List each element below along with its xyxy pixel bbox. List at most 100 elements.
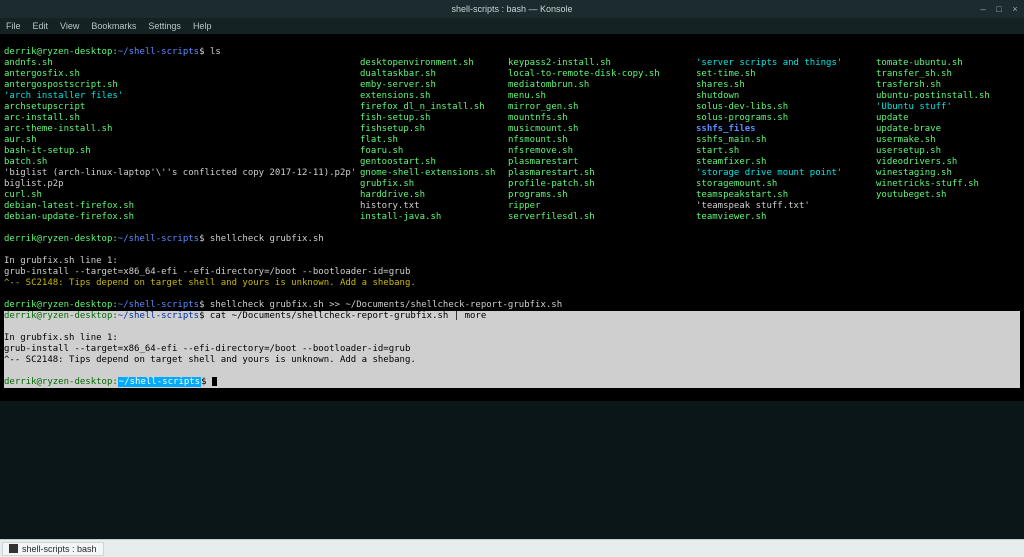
ls-entry: curl.sh: [4, 190, 360, 201]
taskbar-item-konsole[interactable]: shell-scripts : bash: [2, 542, 104, 556]
ls-entry: winetricks-stuff.sh: [876, 179, 1016, 190]
prompt-cwd: ~/shell-scripts: [118, 47, 199, 57]
ls-entry: serverfilesdl.sh: [508, 212, 696, 223]
command-ls: ls: [210, 47, 221, 57]
ls-entry: andnfs.sh: [4, 58, 360, 69]
ls-entry: menu.sh: [508, 91, 696, 102]
prompt-line: derrik@ryzen-desktop:~/shell-scripts$ ls: [4, 47, 221, 57]
ls-entry: emby-server.sh: [360, 80, 508, 91]
menu-view[interactable]: View: [60, 21, 79, 31]
ls-entry: plasmarestart.sh: [508, 168, 696, 179]
ls-entry: install-java.sh: [360, 212, 508, 223]
menu-settings[interactable]: Settings: [148, 21, 181, 31]
ls-column-3: keypass2-install.shlocal-to-remote-disk-…: [508, 58, 696, 223]
ls-entry: 'teamspeak stuff.txt': [696, 201, 876, 212]
more-output-code: grub-install --target=x86_64-efi --efi-d…: [4, 344, 410, 354]
ls-entry: start.sh: [696, 146, 876, 157]
shellcheck-output-warning: ^-- SC2148: Tips depend on target shell …: [4, 278, 416, 288]
ls-entry: batch.sh: [4, 157, 360, 168]
prompt-user: derrik@ryzen-desktop: [4, 377, 112, 387]
ls-entry: shares.sh: [696, 80, 876, 91]
menu-edit[interactable]: Edit: [33, 21, 49, 31]
ls-entry: mirror_gen.sh: [508, 102, 696, 113]
ls-entry: 'biglist (arch-linux-laptop'\''s conflic…: [4, 168, 360, 179]
prompt-line: derrik@ryzen-desktop:~/shell-scripts$ sh…: [4, 300, 562, 310]
window-maximize-button[interactable]: □: [994, 4, 1004, 14]
prompt-user: derrik@ryzen-desktop: [4, 47, 112, 57]
ls-entry: gnome-shell-extensions.sh: [360, 168, 508, 179]
ls-entry: keypass2-install.sh: [508, 58, 696, 69]
ls-entry: extensions.sh: [360, 91, 508, 102]
ls-entry: teamviewer.sh: [696, 212, 876, 223]
ls-entry: firefox_dl_n_install.sh: [360, 102, 508, 113]
ls-entry: winestaging.sh: [876, 168, 1016, 179]
ls-entry: steamfixer.sh: [696, 157, 876, 168]
terminal-viewport[interactable]: derrik@ryzen-desktop:~/shell-scripts$ ls…: [0, 34, 1024, 401]
ls-entry: set-time.sh: [696, 69, 876, 80]
ls-entry: antergosfix.sh: [4, 69, 360, 80]
prompt-line: derrik@ryzen-desktop:~/shell-scripts$ sh…: [4, 234, 324, 244]
ls-entry: ubuntu-postinstall.sh: [876, 91, 1016, 102]
ls-column-2: desktopenvironment.shdualtaskbar.shemby-…: [360, 58, 508, 223]
prompt-user: derrik@ryzen-desktop: [4, 311, 112, 321]
window-close-button[interactable]: ×: [1010, 4, 1020, 14]
shellcheck-output-line: In grubfix.sh line 1:: [4, 256, 118, 266]
window-minimize-button[interactable]: –: [978, 4, 988, 14]
ls-entry: trasfersh.sh: [876, 80, 1016, 91]
ls-entry: update-brave: [876, 124, 1016, 135]
taskbar: shell-scripts : bash: [0, 539, 1024, 557]
ls-entry: nfsremove.sh: [508, 146, 696, 157]
ls-column-4: 'server scripts and things'set-time.shsh…: [696, 58, 876, 223]
ls-entry: harddrive.sh: [360, 190, 508, 201]
command-shellcheck-2: shellcheck grubfix.sh >> ~/Documents/she…: [210, 300, 562, 310]
ls-entry: fish-setup.sh: [360, 113, 508, 124]
ls-entry: 'server scripts and things': [696, 58, 876, 69]
ls-entry: foaru.sh: [360, 146, 508, 157]
ls-entry: usermake.sh: [876, 135, 1016, 146]
ls-entry: bash-it-setup.sh: [4, 146, 360, 157]
ls-entry: solus-programs.sh: [696, 113, 876, 124]
prompt-cwd-highlighted: ~/shell-scripts: [118, 377, 201, 387]
ls-entry: dualtaskbar.sh: [360, 69, 508, 80]
ls-entry: 'storage drive mount point': [696, 168, 876, 179]
ls-entry: nfsmount.sh: [508, 135, 696, 146]
ls-output: andnfs.shantergosfix.shantergospostscrip…: [4, 58, 1020, 223]
ls-entry: transfer_sh.sh: [876, 69, 1016, 80]
ls-entry: flat.sh: [360, 135, 508, 146]
ls-entry: musicmount.sh: [508, 124, 696, 135]
menu-bookmarks[interactable]: Bookmarks: [91, 21, 136, 31]
ls-entry: shutdown: [696, 91, 876, 102]
shellcheck-output-code: grub-install --target=x86_64-efi --efi-d…: [4, 267, 410, 277]
ls-entry: 'Ubuntu stuff': [876, 102, 1016, 113]
ls-entry: sshfs_main.sh: [696, 135, 876, 146]
prompt-sigil: $: [199, 47, 204, 57]
ls-entry: aur.sh: [4, 135, 360, 146]
ls-entry: mediatombrun.sh: [508, 80, 696, 91]
ls-entry: profile-patch.sh: [508, 179, 696, 190]
command-cat-more: cat ~/Documents/shellcheck-report-grubfi…: [210, 311, 486, 321]
ls-entry: tomate-ubuntu.sh: [876, 58, 1016, 69]
window-controls: – □ ×: [978, 4, 1020, 14]
ls-entry: arc-theme-install.sh: [4, 124, 360, 135]
menu-file[interactable]: File: [6, 21, 21, 31]
ls-entry: 'arch installer files': [4, 91, 360, 102]
cursor: [212, 377, 217, 386]
ls-entry: debian-latest-firefox.sh: [4, 201, 360, 212]
command-shellcheck-1: shellcheck grubfix.sh: [210, 234, 324, 244]
ls-entry: sshfs_files: [696, 124, 876, 135]
ls-entry: fishsetup.sh: [360, 124, 508, 135]
menu-help[interactable]: Help: [193, 21, 212, 31]
ls-entry: archsetupscript: [4, 102, 360, 113]
ls-entry: programs.sh: [508, 190, 696, 201]
menubar: File Edit View Bookmarks Settings Help: [0, 18, 1024, 34]
ls-entry: grubfix.sh: [360, 179, 508, 190]
window-titlebar: shell-scripts : bash — Konsole – □ ×: [0, 0, 1024, 18]
ls-entry: usersetup.sh: [876, 146, 1016, 157]
ls-entry: mountnfs.sh: [508, 113, 696, 124]
ls-entry: solus-dev-libs.sh: [696, 102, 876, 113]
ls-entry: history.txt: [360, 201, 508, 212]
ls-entry: debian-update-firefox.sh: [4, 212, 360, 223]
ls-entry: plasmarestart: [508, 157, 696, 168]
ls-entry: ripper: [508, 201, 696, 212]
ls-entry: gentoostart.sh: [360, 157, 508, 168]
